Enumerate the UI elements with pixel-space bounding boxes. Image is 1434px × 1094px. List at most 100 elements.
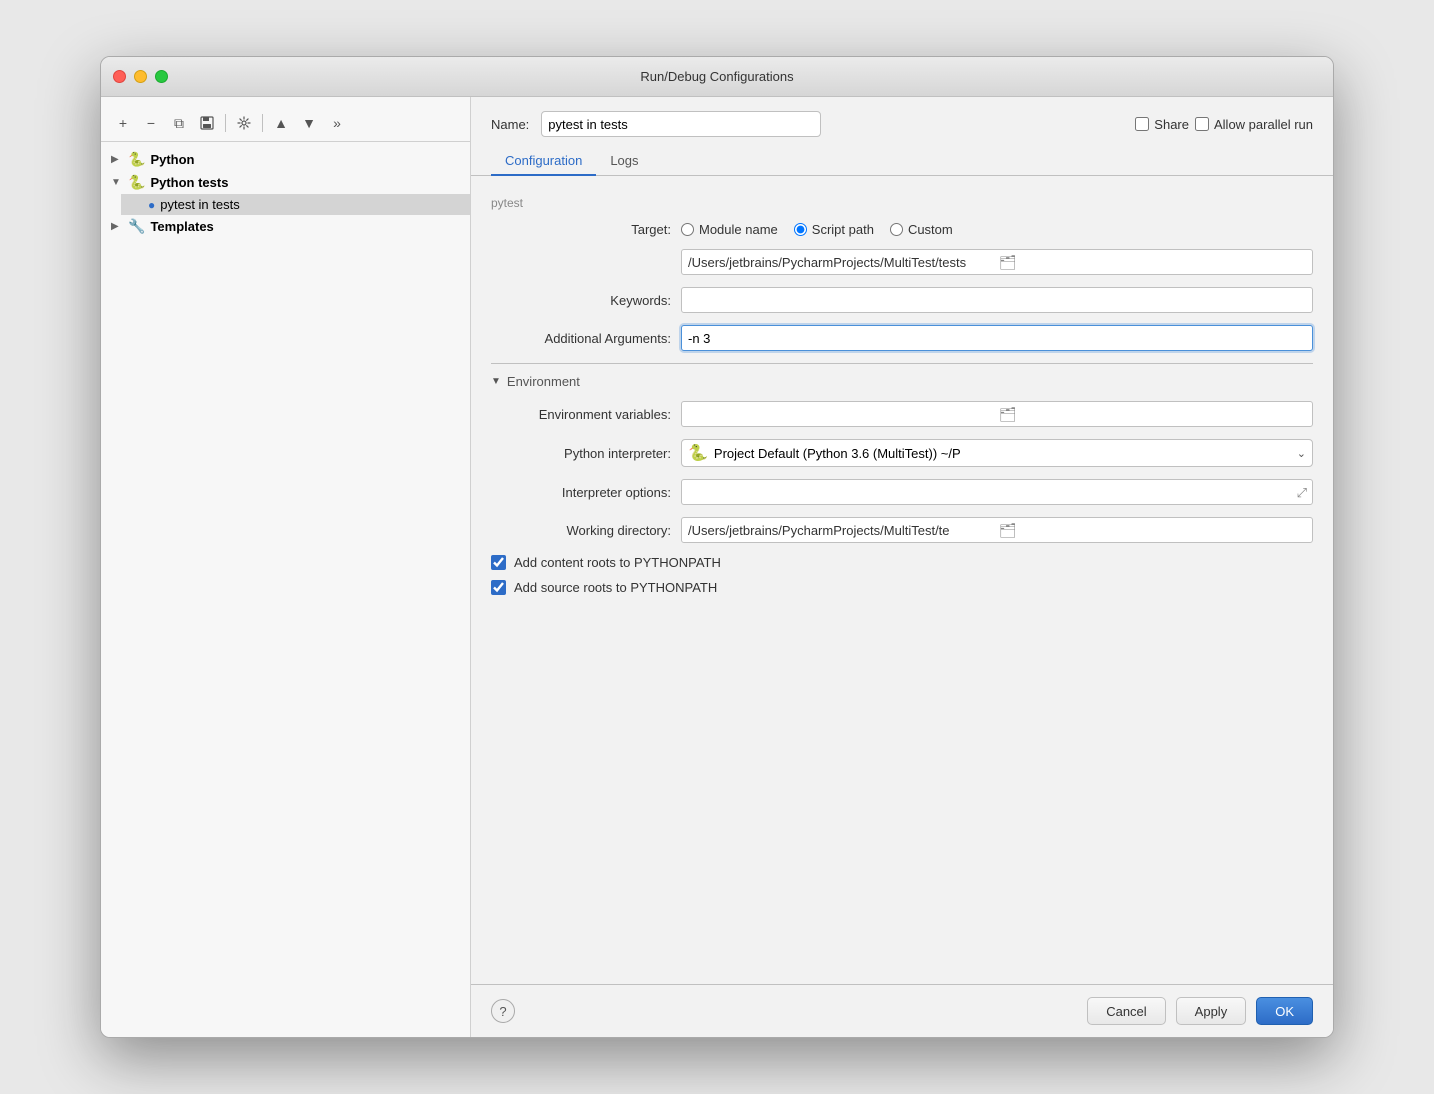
custom-radio-label[interactable]: Custom <box>890 222 953 237</box>
script-path-label: Script path <box>812 222 874 237</box>
cancel-button[interactable]: Cancel <box>1087 997 1165 1025</box>
header-row: Name: Share Allow parallel run <box>471 97 1333 147</box>
sidebar-item-label-templates: Templates <box>150 219 213 234</box>
python-interpreter-label: Python interpreter: <box>491 446 671 461</box>
working-dir-row: Working directory: /Users/jetbrains/Pych… <box>491 517 1313 543</box>
name-label: Name: <box>491 117 529 132</box>
minimize-button[interactable] <box>134 70 147 83</box>
env-separator <box>491 363 1313 364</box>
expand-arrow-python-tests[interactable]: ▼ <box>111 177 123 188</box>
content-roots-checkbox[interactable] <box>491 555 506 570</box>
source-roots-label[interactable]: Add source roots to PYTHONPATH <box>514 580 717 595</box>
custom-radio[interactable] <box>890 223 903 236</box>
keywords-row: Keywords: <box>491 287 1313 313</box>
source-roots-checkbox[interactable] <box>491 580 506 595</box>
copy-button[interactable]: ⧉ <box>167 111 191 135</box>
keywords-label: Keywords: <box>491 293 671 308</box>
env-vars-row: Environment variables: 🗂 <box>491 401 1313 427</box>
source-roots-row: Add source roots to PYTHONPATH <box>491 580 1313 595</box>
share-label: Share <box>1154 117 1189 132</box>
module-name-radio-label[interactable]: Module name <box>681 222 778 237</box>
sidebar-item-pytest-in-tests[interactable]: ● pytest in tests <box>121 194 470 215</box>
content-roots-row: Add content roots to PYTHONPATH <box>491 555 1313 570</box>
expand-arrow-python[interactable]: ▶ <box>111 154 123 165</box>
traffic-lights <box>113 70 168 83</box>
additional-args-row: Additional Arguments: <box>491 325 1313 351</box>
separator <box>225 114 226 132</box>
python-tests-icon: 🐍 <box>128 174 145 191</box>
additional-args-label: Additional Arguments: <box>491 331 671 346</box>
python-interpreter-select[interactable]: 🐍 Project Default (Python 3.6 (MultiTest… <box>681 439 1313 467</box>
target-label: Target: <box>491 222 671 237</box>
maximize-button[interactable] <box>155 70 168 83</box>
content-roots-label[interactable]: Add content roots to PYTHONPATH <box>514 555 721 570</box>
action-buttons: Cancel Apply OK <box>1087 997 1313 1025</box>
window-title: Run/Debug Configurations <box>640 69 793 84</box>
path-field-container: /Users/jetbrains/PycharmProjects/MultiTe… <box>681 249 1313 275</box>
environment-title: Environment <box>507 374 580 389</box>
move-up-button[interactable]: ▲ <box>269 111 293 135</box>
share-checkbox[interactable] <box>1135 117 1149 131</box>
sidebar-item-python-tests[interactable]: ▼ 🐍 Python tests <box>101 171 470 194</box>
tab-logs[interactable]: Logs <box>596 147 652 176</box>
env-vars-folder-icon[interactable]: 🗂 <box>999 406 1306 423</box>
script-path-radio-label[interactable]: Script path <box>794 222 874 237</box>
working-dir-field-container: /Users/jetbrains/PycharmProjects/MultiTe… <box>681 517 1313 543</box>
target-radio-group: Module name Script path Custom <box>681 222 953 237</box>
script-path-radio[interactable] <box>794 223 807 236</box>
path-folder-icon[interactable]: 🗂 <box>999 254 1306 271</box>
name-input[interactable] <box>541 111 821 137</box>
separator2 <box>262 114 263 132</box>
tab-configuration[interactable]: Configuration <box>491 147 596 176</box>
path-row: /Users/jetbrains/PycharmProjects/MultiTe… <box>491 249 1313 275</box>
python-icon: 🐍 <box>128 151 145 168</box>
add-button[interactable]: + <box>111 111 135 135</box>
sidebar-item-label-pytest: pytest in tests <box>160 197 239 212</box>
env-collapse-arrow[interactable]: ▼ <box>491 376 501 387</box>
python-interpreter-icon: 🐍 <box>688 443 708 463</box>
remove-button[interactable]: − <box>139 111 163 135</box>
keywords-input[interactable] <box>681 287 1313 313</box>
sidebar-item-label-python-tests: Python tests <box>150 175 228 190</box>
working-dir-folder-icon[interactable]: 🗂 <box>999 522 1306 539</box>
interpreter-dropdown-icon[interactable]: ⌄ <box>1297 447 1306 460</box>
move-down-button[interactable]: ▼ <box>297 111 321 135</box>
settings-button[interactable] <box>232 111 256 135</box>
configurations-tree: ▶ 🐍 Python ▼ 🐍 Python tests ● pytest in … <box>101 142 470 244</box>
main-panel: Name: Share Allow parallel run Configura… <box>471 97 1333 1037</box>
share-group: Share Allow parallel run <box>1135 117 1313 132</box>
additional-args-input[interactable] <box>681 325 1313 351</box>
bottom-bar: ? Cancel Apply OK <box>471 984 1333 1037</box>
sidebar-item-python[interactable]: ▶ 🐍 Python <box>101 148 470 171</box>
env-vars-field-container: 🗂 <box>681 401 1313 427</box>
ok-button[interactable]: OK <box>1256 997 1313 1025</box>
parallel-label: Allow parallel run <box>1214 117 1313 132</box>
module-name-radio[interactable] <box>681 223 694 236</box>
module-name-label: Module name <box>699 222 778 237</box>
parallel-checkbox[interactable] <box>1195 117 1209 131</box>
apply-button[interactable]: Apply <box>1176 997 1247 1025</box>
tab-bar: Configuration Logs <box>471 147 1333 176</box>
interpreter-options-input[interactable] <box>681 479 1313 505</box>
python-interpreter-value: Project Default (Python 3.6 (MultiTest))… <box>714 446 1291 461</box>
save-button[interactable] <box>195 111 219 135</box>
close-button[interactable] <box>113 70 126 83</box>
configuration-panel: pytest Target: Module name Script path <box>471 176 1333 984</box>
target-row: Target: Module name Script path Custo <box>491 222 1313 237</box>
parallel-checkbox-label[interactable]: Allow parallel run <box>1195 117 1313 132</box>
interpreter-options-row: Interpreter options: ⤢ <box>491 479 1313 505</box>
env-vars-label: Environment variables: <box>491 407 671 422</box>
python-interpreter-row: Python interpreter: 🐍 Project Default (P… <box>491 439 1313 467</box>
templates-icon: 🔧 <box>128 218 145 235</box>
help-button[interactable]: ? <box>491 999 515 1023</box>
sidebar-toolbar: + − ⧉ ▲ ▼ » <box>101 105 470 142</box>
share-checkbox-label[interactable]: Share <box>1135 117 1189 132</box>
pytest-section-title: pytest <box>491 192 1313 210</box>
working-dir-value: /Users/jetbrains/PycharmProjects/MultiTe… <box>688 523 995 538</box>
working-dir-label: Working directory: <box>491 523 671 538</box>
expand-arrow-templates[interactable]: ▶ <box>111 221 123 232</box>
sidebar-item-templates[interactable]: ▶ 🔧 Templates <box>101 215 470 238</box>
interpreter-options-label: Interpreter options: <box>491 485 671 500</box>
more-button[interactable]: » <box>325 111 349 135</box>
expand-icon[interactable]: ⤢ <box>1297 485 1307 501</box>
